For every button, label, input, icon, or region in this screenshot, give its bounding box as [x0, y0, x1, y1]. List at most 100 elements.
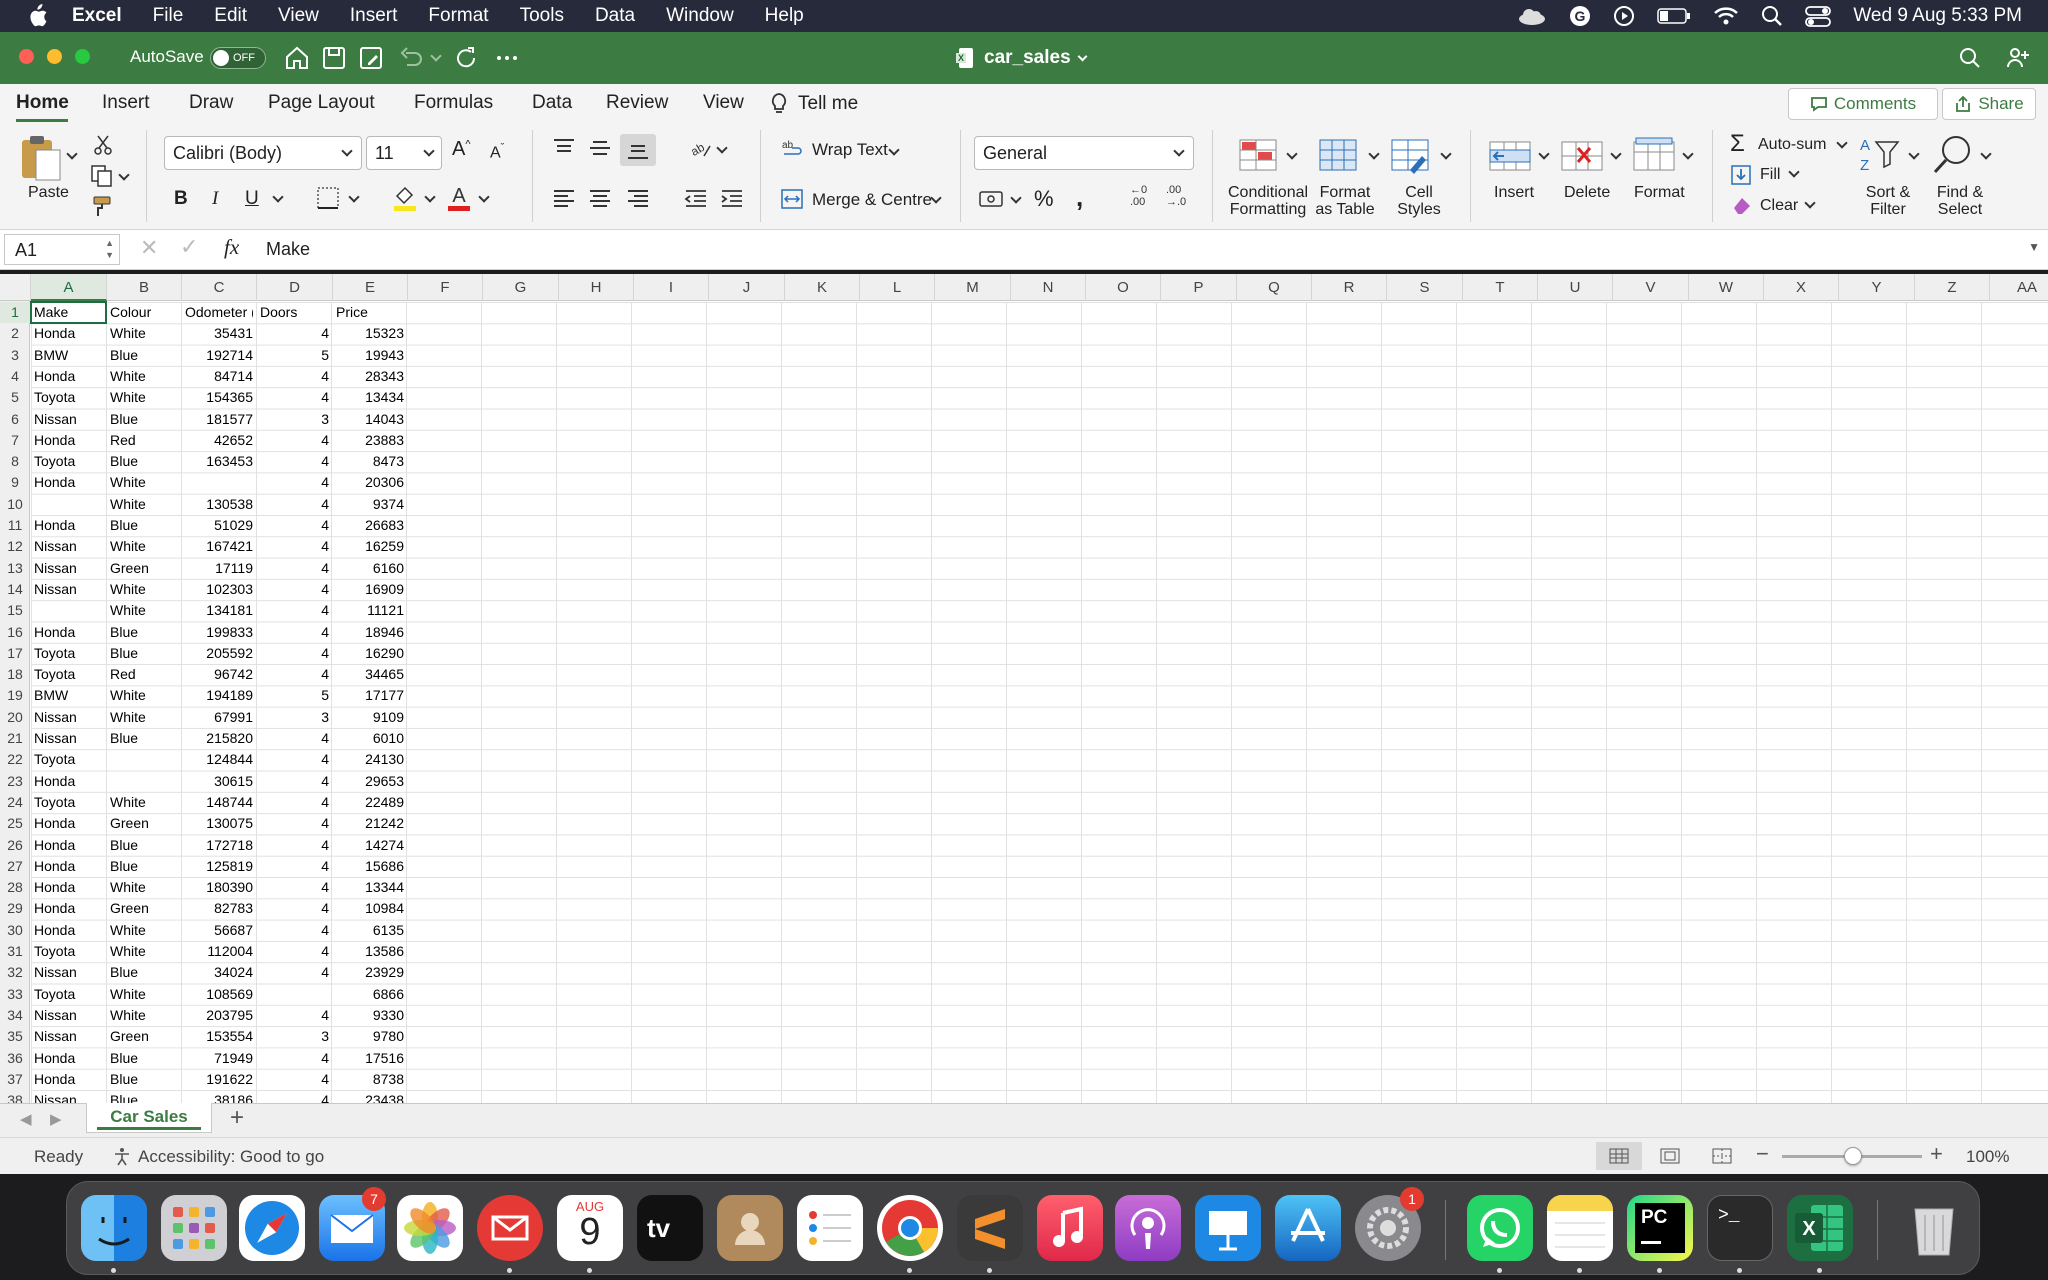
cell-price[interactable]: 21242	[336, 813, 404, 834]
cell-doors[interactable]: 4	[260, 579, 329, 600]
accounting-format-icon[interactable]	[978, 188, 1006, 210]
cell-colour[interactable]: White	[110, 1005, 178, 1026]
autosave-toggle[interactable]: OFF	[210, 47, 266, 69]
align-middle-icon[interactable]	[588, 138, 612, 158]
cell-odometer[interactable]: 34024	[185, 962, 253, 983]
cell-price[interactable]: 28343	[336, 366, 404, 387]
cell-doors[interactable]: 4	[260, 430, 329, 451]
cell-price[interactable]: 26683	[336, 515, 404, 536]
tab-page-layout[interactable]: Page Layout	[268, 92, 375, 114]
battery-icon[interactable]	[1657, 7, 1691, 25]
spotlight-search-icon[interactable]	[1761, 5, 1783, 27]
cell-doors[interactable]: 4	[260, 898, 329, 919]
cell-make[interactable]: Honda	[34, 898, 103, 919]
align-center-icon[interactable]	[588, 188, 612, 210]
font-color-icon[interactable]: A	[446, 184, 472, 212]
row-header[interactable]: 28	[0, 877, 30, 898]
cell-colour[interactable]: White	[110, 494, 178, 515]
cell-odometer[interactable]: 203795	[185, 1005, 253, 1026]
cell-colour[interactable]: White	[110, 877, 178, 898]
tab-data[interactable]: Data	[532, 92, 572, 114]
tell-me-box[interactable]: Tell me	[770, 92, 858, 116]
cell-make[interactable]: Nissan	[34, 409, 103, 430]
sort-filter-label[interactable]: Sort & Filter	[1850, 184, 1926, 218]
underline-dropdown-icon[interactable]	[272, 191, 284, 203]
cell-price[interactable]: 16259	[336, 536, 404, 557]
airmail-icon[interactable]	[477, 1195, 543, 1261]
column-header-b[interactable]: B	[107, 274, 182, 301]
cell-colour[interactable]: Blue	[110, 622, 178, 643]
tab-view[interactable]: View	[703, 92, 744, 114]
cell-odometer[interactable]: 71949	[185, 1048, 253, 1069]
cell-doors[interactable]	[260, 984, 329, 1005]
eraser-icon[interactable]	[1730, 194, 1752, 216]
delete-cells-label[interactable]: Delete	[1564, 184, 1610, 202]
tab-formulas[interactable]: Formulas	[414, 92, 493, 114]
cell-price[interactable]: 23438	[336, 1090, 404, 1103]
cell-doors[interactable]: 4	[260, 1005, 329, 1026]
merge-dropdown-icon[interactable]	[930, 192, 942, 204]
menu-insert[interactable]: Insert	[350, 5, 398, 27]
cell-doors[interactable]: 4	[260, 877, 329, 898]
fill-dropdown-icon[interactable]	[1788, 166, 1800, 178]
cell-odometer[interactable]: 84714	[185, 366, 253, 387]
column-header-m[interactable]: M	[935, 274, 1011, 301]
icloud-icon[interactable]	[1517, 6, 1547, 26]
row-header[interactable]: 24	[0, 792, 30, 813]
cell-doors[interactable]: 4	[260, 856, 329, 877]
cell-colour[interactable]: Blue	[110, 345, 178, 366]
cell-make[interactable]: Honda	[34, 323, 103, 344]
next-sheet-icon[interactable]: ▶	[50, 1110, 62, 1128]
cell-doors[interactable]: 4	[260, 728, 329, 749]
cell-price[interactable]: 8738	[336, 1069, 404, 1090]
row-header[interactable]: 22	[0, 749, 30, 770]
column-header-u[interactable]: U	[1538, 274, 1613, 301]
format-cells-label[interactable]: Format	[1634, 184, 1685, 202]
cell-make[interactable]: Honda	[34, 515, 103, 536]
control-center-icon[interactable]	[1805, 5, 1832, 27]
cell-price[interactable]: 14043	[336, 409, 404, 430]
cell-make[interactable]: Toyota	[34, 941, 103, 962]
cell-styles-dropdown-icon[interactable]	[1440, 148, 1452, 160]
orientation-dropdown-icon[interactable]	[716, 142, 728, 154]
cell-make[interactable]: Nissan	[34, 536, 103, 557]
sublime-text-icon[interactable]	[957, 1195, 1023, 1261]
cell-make[interactable]: Toyota	[34, 451, 103, 472]
autosum-dropdown-icon[interactable]	[1836, 137, 1848, 149]
row-header[interactable]: 9	[0, 472, 30, 493]
cell-colour[interactable]: Blue	[110, 1090, 178, 1103]
cell-odometer[interactable]: 108569	[185, 984, 253, 1005]
media-play-icon[interactable]	[1613, 5, 1635, 27]
cell-doors[interactable]: 4	[260, 920, 329, 941]
wrap-text-label[interactable]: Wrap Text	[812, 140, 888, 160]
row-header[interactable]: 12	[0, 536, 30, 557]
column-header-h[interactable]: H	[559, 274, 634, 301]
row-header[interactable]: 21	[0, 728, 30, 749]
column-header-k[interactable]: K	[785, 274, 860, 301]
conditional-formatting-dropdown-icon[interactable]	[1286, 148, 1298, 160]
cut-icon[interactable]	[92, 134, 114, 156]
underline-icon[interactable]: U	[245, 188, 259, 210]
cell-colour[interactable]: White	[110, 323, 178, 344]
font-name-select[interactable]: Calibri (Body)	[164, 136, 362, 170]
cell-price[interactable]: 34465	[336, 664, 404, 685]
cell-odometer[interactable]: 194189	[185, 685, 253, 706]
row-header[interactable]: 26	[0, 835, 30, 856]
cell-doors[interactable]: 4	[260, 643, 329, 664]
cell-price[interactable]: 9330	[336, 1005, 404, 1026]
row-header[interactable]: 2	[0, 323, 30, 344]
column-header-z[interactable]: Z	[1915, 274, 1990, 301]
decrease-indent-icon[interactable]	[684, 188, 708, 210]
cell-doors[interactable]: 4	[260, 664, 329, 685]
cell-doors[interactable]: 4	[260, 472, 329, 493]
row-header[interactable]: 36	[0, 1048, 30, 1069]
cell-odometer[interactable]: 153554	[185, 1026, 253, 1047]
undo-icon[interactable]	[398, 45, 424, 71]
cell-colour[interactable]: Blue	[110, 515, 178, 536]
cell-colour[interactable]: White	[110, 472, 178, 493]
cell-make[interactable]: Honda	[34, 877, 103, 898]
sort-filter-icon[interactable]: AZ	[1858, 134, 1900, 176]
sort-filter-dropdown-icon[interactable]	[1908, 148, 1920, 160]
cell-make[interactable]: Toyota	[34, 749, 103, 770]
cell-price[interactable]: 20306	[336, 472, 404, 493]
